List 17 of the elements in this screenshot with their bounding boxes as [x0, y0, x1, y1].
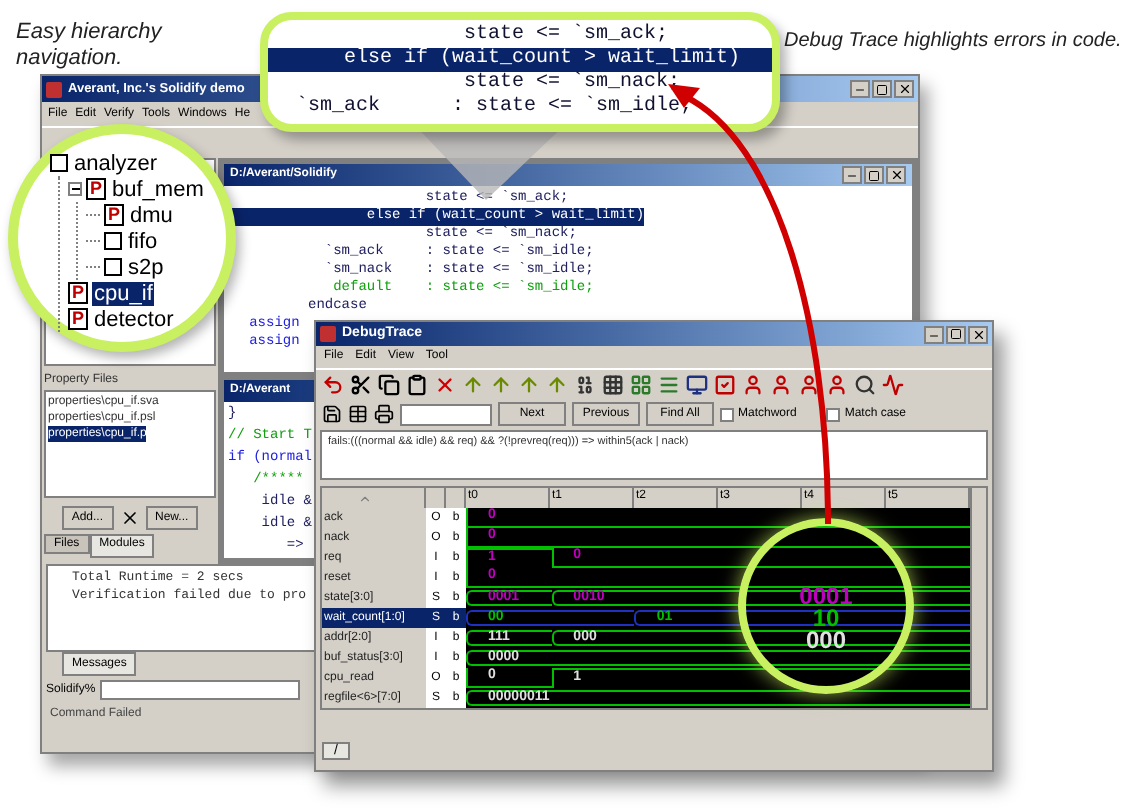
- module-badge: P: [68, 308, 89, 330]
- module-badge: P: [104, 204, 125, 226]
- code-line: state <= `sm_ack;: [462, 24, 671, 48]
- magnified-value: 10: [812, 605, 840, 629]
- code-line: state <= `sm_nack;: [462, 72, 683, 95]
- tree-item[interactable]: fifo: [126, 229, 160, 253]
- tree-item[interactable]: analyzer: [72, 151, 160, 175]
- module-badge: P: [68, 282, 89, 304]
- tree-item[interactable]: dmu: [128, 203, 175, 227]
- tree-item[interactable]: s2p: [126, 255, 166, 279]
- caption: Easy hierarchy navigation.: [16, 20, 165, 72]
- tree-item[interactable]: buf_mem: [110, 177, 206, 201]
- code-line: `sm_ack : state <= `sm_idle;: [294, 96, 695, 120]
- module-badge: P: [86, 178, 107, 200]
- caption: Debug Trace highlights errors in code.: [784, 28, 1122, 56]
- tree-item[interactable]: cpu_if: [92, 281, 155, 305]
- tree-item[interactable]: detector: [92, 307, 176, 331]
